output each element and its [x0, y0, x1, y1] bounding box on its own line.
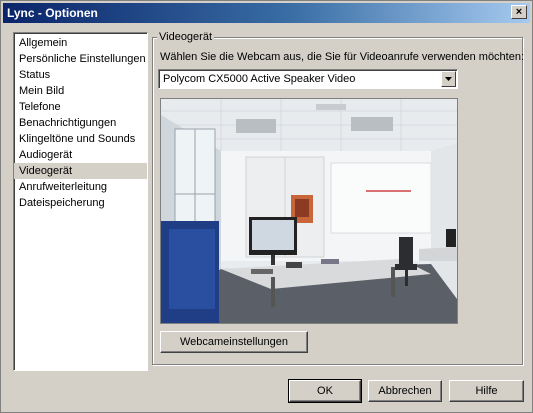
ok-button[interactable]: OK [288, 379, 362, 403]
nav-item-telefone[interactable]: Telefone [14, 99, 147, 115]
chevron-down-icon [445, 77, 452, 81]
nav-item-allgemein[interactable]: Allgemein [14, 35, 147, 51]
nav-item-videogeraet[interactable]: Videogerät [14, 163, 147, 179]
webcam-settings-label: Webcameinstellungen [179, 336, 289, 348]
webcam-preview [160, 98, 458, 324]
nav-item-audiogeraet[interactable]: Audiogerät [14, 147, 147, 163]
nav-item-klingeltoene[interactable]: Klingeltöne und Sounds [14, 131, 147, 147]
nav-item-mein-bild[interactable]: Mein Bild [14, 83, 147, 99]
webcam-settings-button[interactable]: Webcameinstellungen [160, 331, 308, 353]
ok-button-label: OK [317, 385, 333, 397]
nav-item-dateispeicherung[interactable]: Dateispeicherung [14, 195, 147, 211]
title-bar[interactable]: Lync - Optionen × [3, 3, 530, 23]
office-preview-image [161, 99, 457, 323]
nav-item-benachrichtigungen[interactable]: Benachrichtigungen [14, 115, 147, 131]
webcam-select[interactable]: Polycom CX5000 Active Speaker Video [158, 69, 458, 89]
close-icon: × [515, 6, 523, 18]
nav-item-anrufweiterleitung[interactable]: Anrufweiterleitung [14, 179, 147, 195]
nav-item-persoenliche-einstellungen[interactable]: Persönliche Einstellungen [14, 51, 147, 67]
options-category-list: Allgemein Persönliche Einstellungen Stat… [13, 32, 148, 371]
cancel-button-label: Abbrechen [378, 385, 432, 397]
help-button[interactable]: Hilfe [449, 380, 524, 402]
options-dialog: Lync - Optionen × Allgemein Persönliche … [0, 0, 533, 413]
dropdown-button[interactable] [441, 71, 456, 87]
window-title: Lync - Optionen [7, 6, 98, 20]
cancel-button[interactable]: Abbrechen [368, 380, 442, 402]
webcam-instruction: Wählen Sie die Webcam aus, die Sie für V… [160, 51, 525, 63]
close-button[interactable]: × [511, 5, 527, 19]
webcam-select-value: Polycom CX5000 Active Speaker Video [163, 73, 356, 85]
group-title: Videogerät [157, 31, 215, 43]
help-button-label: Hilfe [475, 385, 498, 397]
nav-item-status[interactable]: Status [14, 67, 147, 83]
